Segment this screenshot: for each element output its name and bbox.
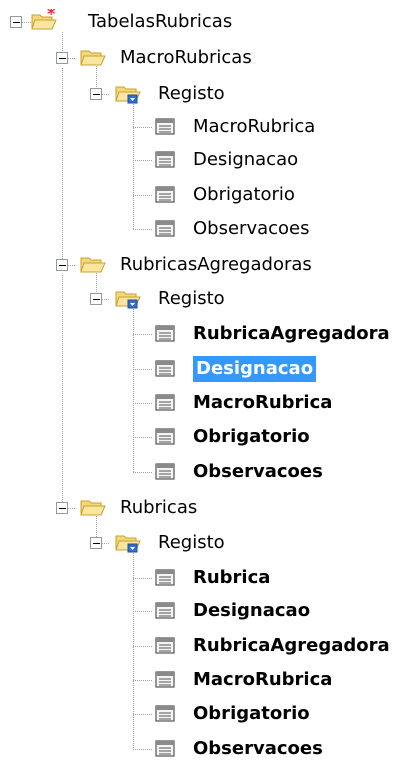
field-icon xyxy=(154,670,176,695)
field-node-label[interactable]: RubricaAgregadora xyxy=(193,633,390,659)
expander-minus-icon[interactable] xyxy=(90,537,102,549)
field-icon xyxy=(154,601,176,626)
field-node-label[interactable]: Obrigatorio xyxy=(193,424,310,450)
field-node-label[interactable]: Obrigatorio xyxy=(193,182,295,208)
folder-icon xyxy=(79,495,107,524)
expander-minus-icon[interactable] xyxy=(56,52,68,64)
field-node-label[interactable]: Observacoes xyxy=(193,736,323,762)
record-node-label[interactable]: Registo xyxy=(158,530,225,556)
field-node-label[interactable]: Rubrica xyxy=(193,565,270,591)
field-node-label[interactable]: Designacao xyxy=(193,147,298,173)
field-node-label[interactable]: Obrigatorio xyxy=(193,701,310,727)
table-node-label[interactable]: MacroRubricas xyxy=(120,45,252,71)
expander-minus-icon[interactable] xyxy=(56,502,68,514)
field-icon xyxy=(154,739,176,764)
table-node-label[interactable]: Rubricas xyxy=(120,495,197,521)
expander-minus-icon[interactable] xyxy=(56,259,68,271)
field-node-label[interactable]: MacroRubrica xyxy=(193,390,332,416)
field-node-label[interactable]: MacroRubrica xyxy=(193,667,332,693)
table-node-label[interactable]: RubricasAgregadoras xyxy=(120,252,312,278)
expander-minus-icon[interactable] xyxy=(90,293,102,305)
expander-minus-icon[interactable] xyxy=(10,16,22,28)
field-node-label[interactable]: RubricaAgregadora xyxy=(193,321,390,347)
field-node-label[interactable]: MacroRubrica xyxy=(193,114,315,140)
field-icon xyxy=(154,185,176,210)
field-icon xyxy=(154,462,176,487)
field-node-label[interactable]: Designacao xyxy=(193,356,317,382)
folder-new-icon: * xyxy=(30,4,58,38)
field-icon xyxy=(154,568,176,593)
field-icon xyxy=(154,359,176,384)
tree-root-label[interactable]: TabelasRubricas xyxy=(88,9,232,35)
field-icon xyxy=(154,324,176,349)
record-node-label[interactable]: Registo xyxy=(158,286,225,312)
svg-text:*: * xyxy=(47,9,56,23)
field-node-label[interactable]: Observacoes xyxy=(193,216,310,242)
record-node-label[interactable]: Registo xyxy=(158,81,225,107)
folder-record-icon xyxy=(114,286,142,315)
field-node-label[interactable]: Observacoes xyxy=(193,459,323,485)
folder-icon xyxy=(79,252,107,281)
field-node-label[interactable]: Designacao xyxy=(193,598,310,624)
expander-minus-icon[interactable] xyxy=(90,88,102,100)
field-icon xyxy=(154,219,176,244)
field-icon xyxy=(154,704,176,729)
field-icon xyxy=(154,150,176,175)
folder-record-icon xyxy=(114,81,142,110)
folder-record-icon xyxy=(114,530,142,559)
field-icon xyxy=(154,427,176,452)
folder-icon xyxy=(79,45,107,74)
field-icon xyxy=(154,393,176,418)
field-icon xyxy=(154,636,176,661)
field-icon xyxy=(154,117,176,142)
